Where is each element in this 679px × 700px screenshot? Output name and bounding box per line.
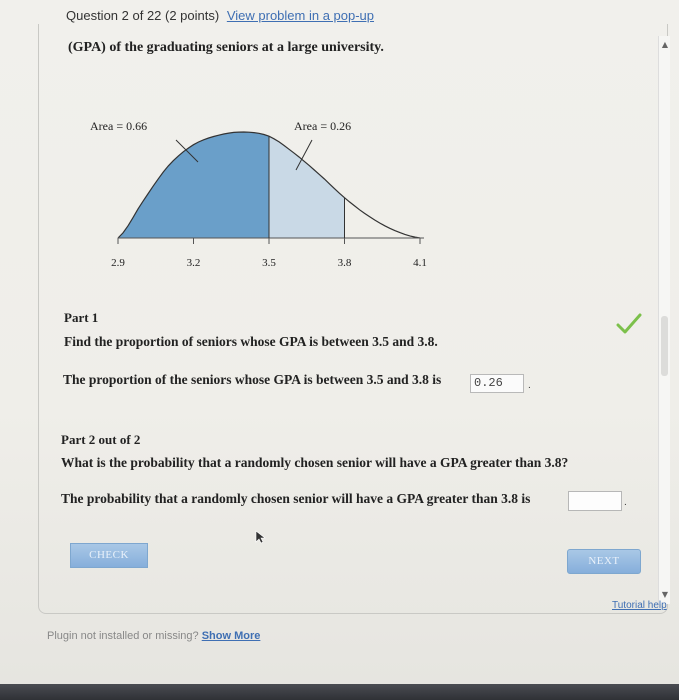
vertical-scrollbar[interactable]: ▲ ▼ — [658, 36, 670, 604]
part1-question: Find the proportion of seniors whose GPA… — [64, 334, 438, 349]
scrollbar-thumb[interactable] — [661, 316, 668, 376]
tutorial-help-link[interactable]: Tutorial help — [612, 600, 667, 611]
part2-answer-input[interactable] — [568, 491, 622, 511]
plugin-text: Plugin not installed or missing? — [47, 630, 199, 642]
part1-answer-text: The proportion of the seniors whose GPA … — [63, 372, 442, 387]
problem-intro: (GPA) of the graduating seniors at a lar… — [68, 40, 384, 55]
part2-question: What is the probability that a randomly … — [61, 455, 569, 470]
question-header: Question 2 of 22 (2 points) View problem… — [66, 8, 374, 23]
part2-answer-text: The probability that a randomly chosen s… — [61, 491, 531, 506]
taskbar — [0, 684, 679, 700]
plugin-message: Plugin not installed or missing? Show Mo… — [47, 630, 260, 642]
mouse-cursor-icon — [255, 530, 266, 544]
next-button[interactable]: NEXT — [567, 549, 641, 574]
page-background: Question 2 of 22 (2 points) View problem… — [0, 0, 679, 684]
part2-end-dot: . — [624, 497, 627, 508]
x-ticks: 2.9 3.2 3.5 3.8 4.1 — [111, 238, 427, 269]
part1-title: Part 1 — [64, 310, 99, 325]
part1-answer-box: 0.26 — [470, 374, 524, 393]
check-button[interactable]: CHECK — [70, 543, 148, 568]
popup-link[interactable]: View problem in a pop-up — [227, 8, 374, 23]
part1-end-dot: . — [528, 380, 531, 391]
x-tick-label: 3.5 — [262, 257, 276, 269]
checkmark-icon — [616, 313, 642, 334]
part2-title: Part 2 out of 2 — [61, 432, 141, 447]
x-tick-label: 3.8 — [338, 257, 352, 269]
x-tick-label: 3.2 — [187, 257, 201, 269]
area-region-left — [118, 132, 269, 238]
x-tick-label: 4.1 — [413, 257, 427, 269]
area-label-middle: Area = 0.26 — [294, 119, 351, 133]
scroll-down-icon[interactable]: ▼ — [660, 590, 670, 600]
show-more-link[interactable]: Show More — [202, 630, 261, 642]
gpa-distribution-chart: Area = 0.66 Area = 0.26 2.9 3.2 3.5 3.8 4.1 — [90, 119, 427, 269]
area-label-left: Area = 0.66 — [90, 119, 147, 133]
x-tick-label: 2.9 — [111, 257, 125, 269]
question-label: Question 2 of 22 (2 points) — [66, 8, 220, 23]
scroll-up-icon[interactable]: ▲ — [660, 40, 670, 50]
